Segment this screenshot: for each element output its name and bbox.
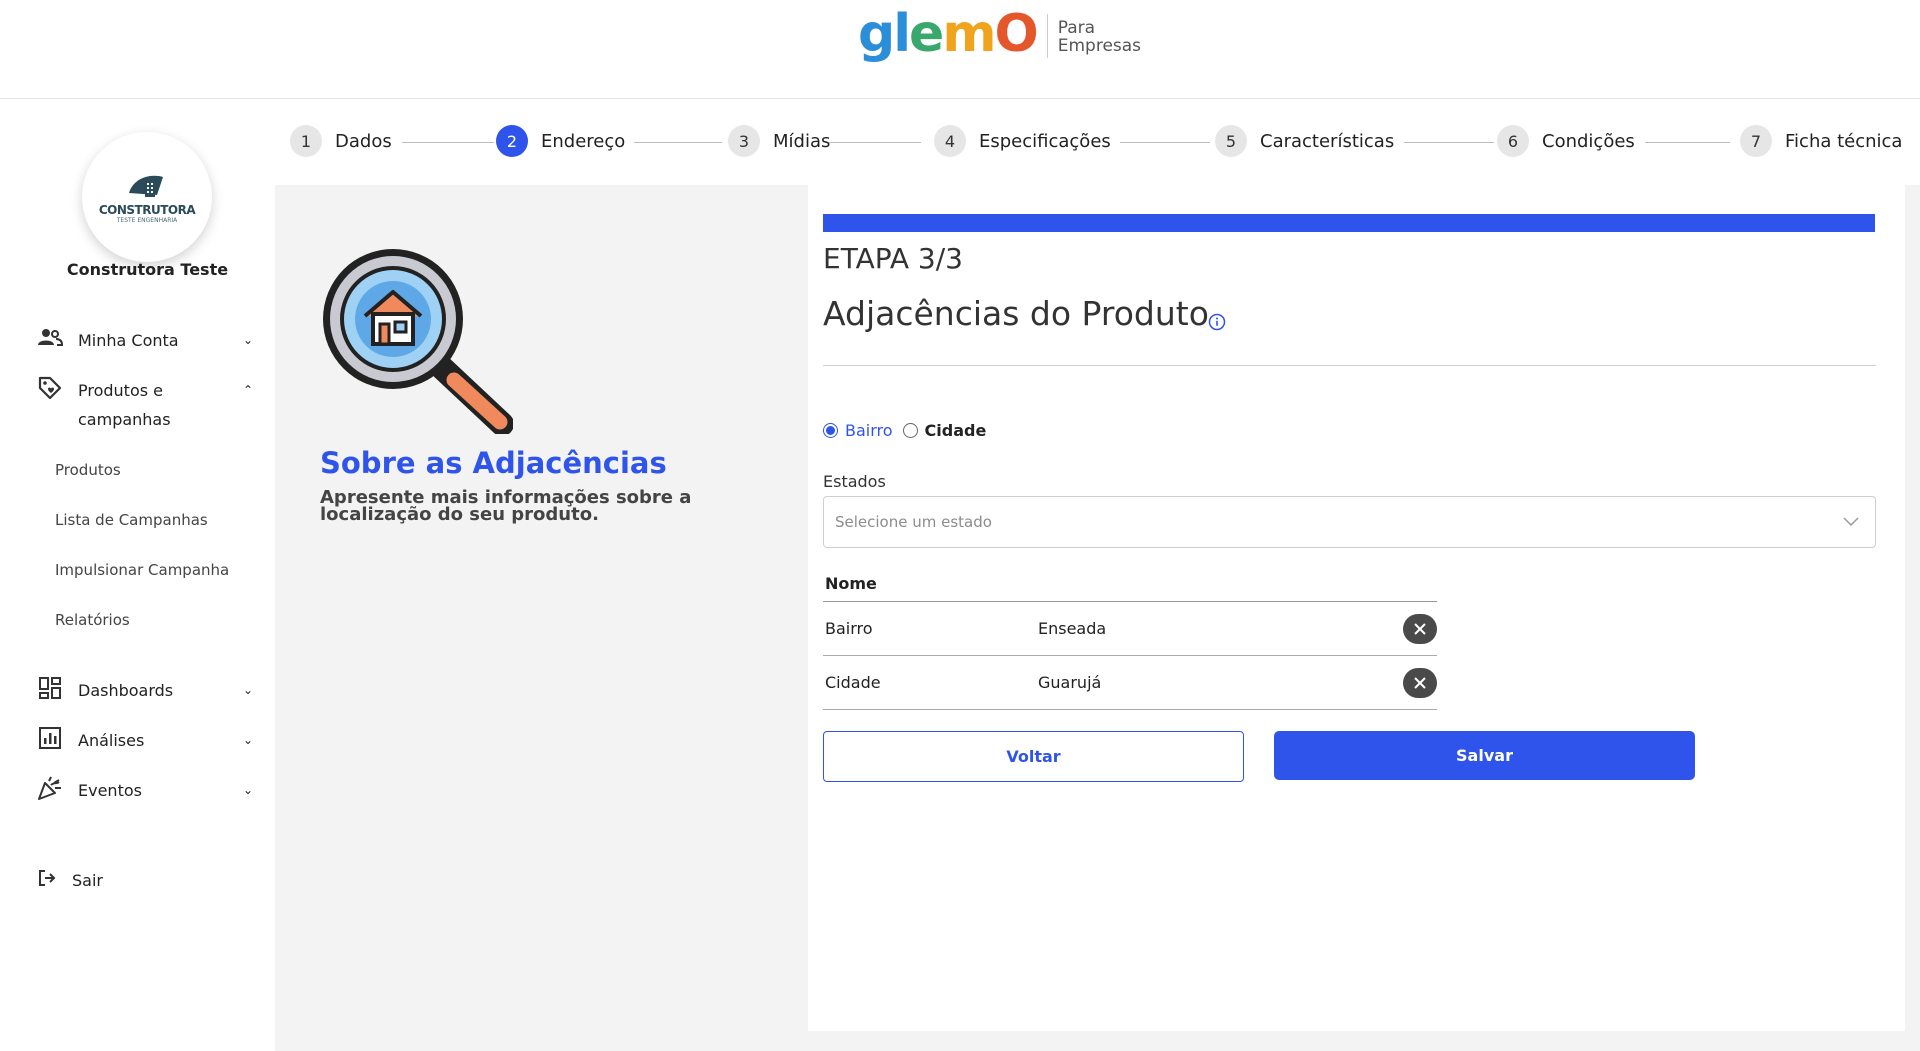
adjacency-type-radio-group: Bairro Cidade [823,421,986,440]
step-especificacoes[interactable]: 4 Especificações [934,125,1111,157]
sidebar-item-minha-conta[interactable]: Minha Conta ⌄ [36,326,256,355]
adjacency-table: Nome Bairro Enseada Cidade Guarujá [823,574,1437,710]
building-icon [129,175,163,197]
remove-row-button[interactable] [1403,668,1437,698]
logo-separator [1046,14,1048,58]
close-icon [1414,623,1426,635]
company-name: Construtora Teste [66,260,229,279]
radio-bairro[interactable] [823,423,838,438]
progress-bar [823,214,1875,232]
sidebar-item-analises[interactable]: Análises ⌄ [36,726,256,755]
radio-cidade-label[interactable]: Cidade [925,421,987,440]
sidebar-item-label: Minha Conta [78,331,179,350]
estados-label: Estados [823,472,886,491]
step-connector [1404,142,1494,143]
company-avatar[interactable]: CONSTRUTORA TESTE ENGENHARIA [82,132,212,262]
step-condicoes[interactable]: 6 Condições [1497,125,1635,157]
chart-icon [36,726,64,750]
tag-icon [36,376,64,400]
step-caracteristicas[interactable]: 5 Características [1215,125,1394,157]
chevron-up-icon[interactable]: ⌃ [240,376,256,405]
step-endereco[interactable]: 2 Endereço [496,125,625,157]
chevron-down-icon [1843,517,1859,527]
row-type: Cidade [825,673,881,692]
remove-row-button[interactable] [1403,614,1437,644]
table-header-nome: Nome [823,574,1437,602]
users-icon [36,326,64,350]
logo-wordmark: glemO [858,4,1039,64]
estados-placeholder: Selecione um estado [835,513,992,531]
radio-cidade[interactable] [902,423,918,438]
logo-subtitle: Para Empresas [1057,18,1142,56]
stepper: 1 Dados 2 Endereço 3 Mídias 4 Especifica… [290,125,1905,165]
step-dados[interactable]: 1 Dados [290,125,392,157]
sidebar-item-label: Eventos [78,781,142,800]
sidebar-subitem-produtos[interactable]: Produtos [55,461,121,479]
party-icon [36,776,64,800]
step-connector [829,142,921,143]
magnifier-house-icon [323,249,513,434]
sidebar-subitem-relatorios[interactable]: Relatórios [55,611,130,629]
sidebar-item-label: Produtos e campanhas [78,381,171,429]
radio-bairro-label[interactable]: Bairro [845,421,893,440]
table-row: Cidade Guarujá [823,656,1437,710]
glemo-logo[interactable]: glemO Para Empresas [858,8,1141,60]
sidebar-item-produtos[interactable]: Produtos e campanhas ⌃ [36,376,256,434]
chevron-down-icon[interactable]: ⌄ [240,726,256,755]
section-title: Adjacências do Produto [823,294,1209,333]
step-indicator: ETAPA 3/3 [823,242,963,275]
estados-select[interactable]: Selecione um estado [823,496,1876,548]
save-button[interactable]: Salvar [1274,731,1695,780]
step-connector [1120,142,1210,143]
close-icon [1414,677,1426,689]
step-connector [402,142,494,143]
sidebar-item-label: Dashboards [78,681,174,700]
info-description: Apresente mais informações sobre a local… [320,487,692,525]
chevron-down-icon[interactable]: ⌄ [240,326,256,355]
divider [823,365,1876,366]
sidebar: CONSTRUTORA TESTE ENGENHARIA Construtora… [0,100,275,1051]
top-header: glemO Para Empresas [0,0,1920,99]
step-ficha-tecnica[interactable]: 7 Ficha técnica [1740,125,1902,157]
chevron-down-icon[interactable]: ⌄ [240,676,256,705]
sidebar-item-eventos[interactable]: Eventos ⌄ [36,776,256,805]
info-title: Sobre as Adjacências [320,446,667,480]
chevron-down-icon[interactable]: ⌄ [240,776,256,805]
logout-button[interactable]: Sair [38,869,103,891]
dashboard-icon [36,676,64,700]
sidebar-item-dashboards[interactable]: Dashboards ⌄ [36,676,256,705]
row-name: Guarujá [1038,673,1102,692]
info-icon[interactable] [1208,313,1226,331]
step-midias[interactable]: 3 Mídias [728,125,830,157]
sidebar-item-label: Análises [78,731,145,750]
table-row: Bairro Enseada [823,602,1437,656]
sidebar-subitem-impulsionar-campanha[interactable]: Impulsionar Campanha [55,561,229,579]
back-button[interactable]: Voltar [823,731,1244,782]
step-connector [634,142,722,143]
row-type: Bairro [825,619,873,638]
sidebar-subitem-lista-campanhas[interactable]: Lista de Campanhas [55,511,208,529]
row-name: Enseada [1038,619,1107,638]
logout-label: Sair [72,870,103,890]
step-connector [1645,142,1730,143]
logout-icon [38,869,58,891]
